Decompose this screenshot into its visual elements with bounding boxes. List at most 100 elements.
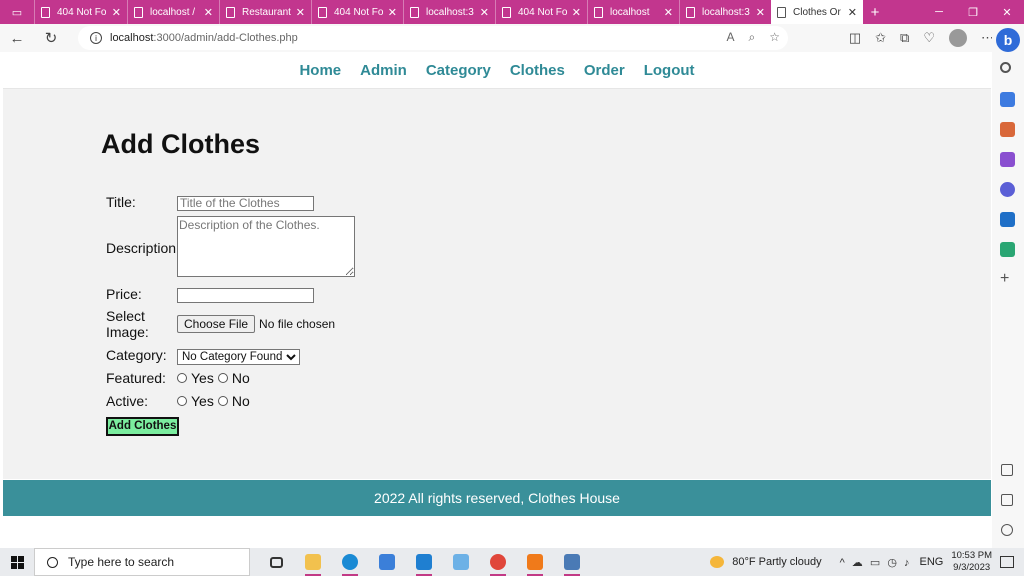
url-actions: A ⌕ ☆	[726, 30, 780, 45]
tray-icons[interactable]: ^ ☁ ▭ ◷ ♪	[840, 556, 912, 569]
notes-app-icon[interactable]	[447, 548, 475, 576]
outlook-icon[interactable]	[1000, 212, 1015, 227]
close-tab-icon[interactable]: ✕	[204, 6, 213, 19]
browser-tab-active[interactable]: Clothes Or ✕	[771, 0, 863, 24]
close-tab-icon[interactable]: ✕	[756, 6, 765, 19]
address-bar-row: ← ↻ i localhost:3000/admin/add-Clothes.p…	[0, 24, 1024, 52]
featured-yes-label: Yes	[191, 370, 214, 386]
close-tab-icon[interactable]: ✕	[296, 6, 305, 19]
chrome-icon[interactable]	[484, 548, 512, 576]
active-no-radio[interactable]	[217, 396, 228, 406]
tab-actions-icon[interactable]: ▭	[0, 0, 34, 24]
split-screen-icon[interactable]: ◫	[849, 30, 861, 46]
nav-order[interactable]: Order	[584, 62, 625, 79]
featured-label: Featured:	[106, 370, 166, 386]
xampp-icon[interactable]	[521, 548, 549, 576]
collections-icon[interactable]: ⧉	[900, 30, 909, 46]
price-input[interactable]	[177, 287, 314, 303]
vscode-icon[interactable]	[410, 548, 438, 576]
nav-category[interactable]: Category	[426, 62, 491, 79]
description-textarea[interactable]	[177, 216, 355, 277]
url-field[interactable]: i localhost:3000/admin/add-Clothes.php A…	[78, 26, 788, 50]
title-input[interactable]	[177, 195, 314, 211]
page-icon	[318, 6, 327, 18]
description-label: Description:	[106, 240, 180, 256]
notifications-icon[interactable]	[1000, 556, 1014, 568]
microsoft-365-icon[interactable]	[1000, 182, 1015, 197]
profile-avatar[interactable]	[949, 29, 967, 47]
edge-browser-icon[interactable]	[336, 548, 364, 576]
settings-gear-icon[interactable]	[1001, 524, 1013, 536]
featured-yes-radio[interactable]	[177, 373, 187, 383]
search-icon[interactable]	[1000, 62, 1011, 73]
featured-options: Yes No	[177, 370, 254, 386]
info-icon[interactable]: i	[90, 32, 102, 44]
browser-tab[interactable]: localhost:3 ✕	[403, 0, 495, 24]
file-explorer-icon[interactable]	[299, 548, 327, 576]
browser-tab[interactable]: localhost:3 ✕	[679, 0, 771, 24]
nav-home[interactable]: Home	[299, 62, 341, 79]
shopping-icon[interactable]	[1000, 92, 1015, 107]
main-content: Add Clothes Title: Description: Price: S…	[3, 89, 991, 479]
back-icon[interactable]: ←	[0, 24, 34, 52]
close-tab-icon[interactable]: ✕	[572, 6, 581, 19]
close-tab-icon[interactable]: ✕	[388, 6, 397, 19]
browser-tab[interactable]: Restaurant ✕	[219, 0, 311, 24]
page-icon	[777, 6, 786, 18]
browser-tab[interactable]: 404 Not Fo ✕	[311, 0, 403, 24]
page-icon	[41, 6, 50, 18]
nav-logout[interactable]: Logout	[644, 62, 695, 79]
page-icon	[594, 6, 603, 18]
site-nav: Home Admin Category Clothes Order Logout	[3, 52, 991, 89]
read-aloud-icon[interactable]: A	[726, 30, 734, 45]
page-icon	[134, 6, 143, 18]
clock-time: 10:53 PM	[951, 550, 992, 561]
restore-icon[interactable]: ❐	[956, 0, 990, 24]
new-tab-icon[interactable]: +	[863, 4, 887, 21]
choose-file-button[interactable]: Choose File	[177, 315, 256, 333]
refresh-icon[interactable]: ↻	[34, 24, 68, 52]
close-tab-icon[interactable]: ✕	[664, 6, 673, 19]
calculator-icon[interactable]	[558, 548, 586, 576]
window-controls: ─ ❐ ✕	[922, 0, 1024, 24]
tools-icon[interactable]	[1000, 122, 1015, 137]
minimize-icon[interactable]: ─	[922, 0, 956, 24]
games-icon[interactable]	[1000, 152, 1015, 167]
category-label: Category:	[106, 347, 167, 363]
store-icon[interactable]	[373, 548, 401, 576]
clock[interactable]: 10:53 PM 9/3/2023	[951, 550, 992, 574]
favorites-icon[interactable]: ✩	[875, 30, 886, 46]
sidebar-layout-icon[interactable]	[1001, 464, 1013, 476]
nav-clothes[interactable]: Clothes	[510, 62, 565, 79]
browser-tab[interactable]: 404 Not Fo ✕	[34, 0, 127, 24]
category-select[interactable]: No Category Found	[177, 349, 300, 365]
language-indicator[interactable]: ENG	[919, 556, 943, 568]
taskbar-search-placeholder: Type here to search	[68, 555, 175, 569]
bing-chat-icon[interactable]: b	[996, 28, 1020, 52]
close-tab-icon[interactable]: ✕	[112, 6, 121, 19]
weather-widget[interactable]: 80°F Partly cloudy	[710, 556, 822, 568]
page-icon	[502, 6, 511, 18]
add-sidebar-icon[interactable]: +	[1000, 270, 1009, 288]
taskbar-search[interactable]: Type here to search	[34, 548, 250, 576]
close-tab-icon[interactable]: ✕	[848, 6, 857, 19]
drop-icon[interactable]	[1000, 242, 1015, 257]
windows-start-icon[interactable]	[0, 548, 34, 576]
page-viewport: Home Admin Category Clothes Order Logout…	[3, 52, 991, 548]
page-icon	[226, 6, 235, 18]
add-clothes-button[interactable]: Add Clothes	[106, 417, 179, 436]
close-tab-icon[interactable]: ✕	[480, 6, 489, 19]
favorite-star-icon[interactable]: ☆	[769, 30, 780, 45]
task-view-icon[interactable]	[262, 548, 290, 576]
nav-admin[interactable]: Admin	[360, 62, 407, 79]
browser-tab[interactable]: localhost ✕	[587, 0, 679, 24]
open-external-icon[interactable]	[1001, 494, 1013, 506]
performance-icon[interactable]: ♡	[923, 30, 935, 46]
clock-date: 9/3/2023	[953, 562, 991, 573]
zoom-icon[interactable]: ⌕	[749, 30, 756, 45]
featured-no-radio[interactable]	[217, 373, 228, 383]
browser-tab[interactable]: 404 Not Fo ✕	[495, 0, 587, 24]
browser-tab[interactable]: localhost / ✕	[127, 0, 219, 24]
active-yes-radio[interactable]	[177, 396, 187, 406]
close-window-icon[interactable]: ✕	[990, 0, 1024, 24]
